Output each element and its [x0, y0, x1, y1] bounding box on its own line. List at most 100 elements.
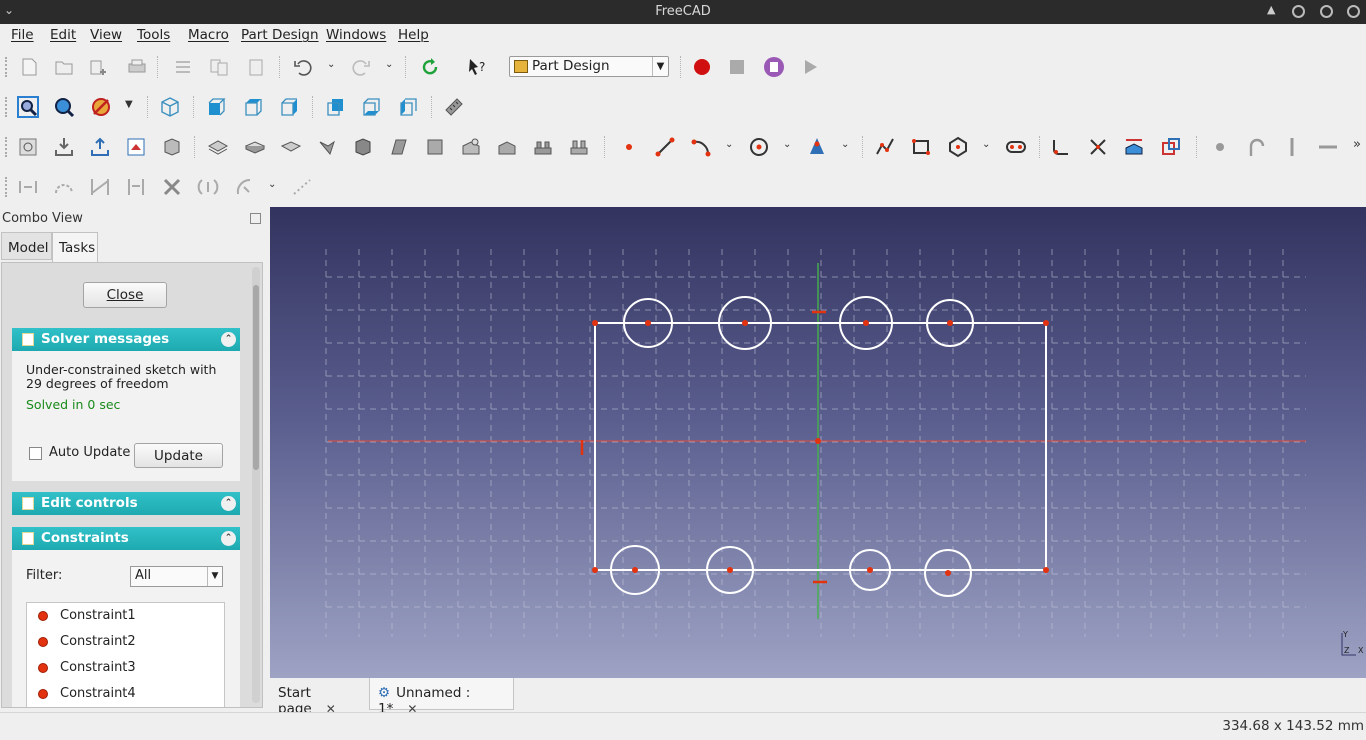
additive-box-icon[interactable]: [350, 134, 376, 160]
pocket-icon[interactable]: [278, 134, 304, 160]
collapse-icon[interactable]: ⌃: [221, 531, 236, 546]
refresh-icon[interactable]: [417, 54, 443, 80]
collapse-icon[interactable]: ⌃: [221, 496, 236, 511]
open-file-icon[interactable]: [51, 54, 77, 80]
constraint-radius-icon[interactable]: [231, 174, 257, 200]
draw-style-dropdown-icon[interactable]: ▼: [125, 99, 133, 110]
sketch-circle-icon[interactable]: [746, 134, 772, 160]
menu-macro[interactable]: Macro: [188, 27, 229, 43]
menu-tools[interactable]: Tools: [137, 27, 170, 43]
maximize-button[interactable]: [1320, 5, 1333, 18]
arc-dropdown-icon[interactable]: ⌄: [725, 139, 733, 150]
whats-this-icon[interactable]: ?: [464, 54, 490, 80]
undo-dropdown-icon[interactable]: ⌄: [327, 59, 335, 70]
circle-center[interactable]: [867, 567, 873, 573]
collapse-icon[interactable]: ⌃: [221, 332, 236, 347]
cut-icon[interactable]: [170, 54, 196, 80]
update-button[interactable]: Update: [134, 443, 223, 468]
toolbar-grip[interactable]: [5, 57, 7, 77]
undock-icon[interactable]: [250, 213, 261, 224]
circle-center[interactable]: [945, 570, 951, 576]
constraint-tangent-icon[interactable]: [87, 174, 113, 200]
constraint-vertical-icon[interactable]: [1279, 134, 1305, 160]
radius-dropdown-icon[interactable]: ⌄: [268, 179, 276, 190]
menu-part-design[interactable]: Part Design: [241, 27, 319, 43]
constraint-symmetric-icon[interactable]: [159, 174, 185, 200]
sketch-trim-icon[interactable]: [1085, 134, 1111, 160]
chamfer-icon[interactable]: [386, 134, 412, 160]
toolbar-overflow-icon[interactable]: »: [1353, 137, 1361, 152]
print-icon[interactable]: [124, 54, 150, 80]
filter-select[interactable]: All ▼: [130, 566, 223, 587]
toolbar-grip[interactable]: [5, 177, 7, 197]
subtractive-icon[interactable]: [458, 134, 484, 160]
list-item[interactable]: Constraint1: [27, 603, 223, 629]
rear-view-icon[interactable]: [322, 94, 348, 120]
bottom-view-icon[interactable]: [358, 94, 384, 120]
shade-icon[interactable]: ▲: [1267, 3, 1275, 16]
circle-center[interactable]: [947, 320, 953, 326]
revolution-icon[interactable]: [314, 134, 340, 160]
conic-dropdown-icon[interactable]: ⌄: [841, 139, 849, 150]
list-item[interactable]: Constraint4: [27, 681, 223, 707]
menu-view[interactable]: View: [90, 27, 122, 43]
constraint-horizontal-icon[interactable]: [1315, 134, 1341, 160]
circle-dropdown-icon[interactable]: ⌄: [783, 139, 791, 150]
undo-icon[interactable]: [290, 54, 316, 80]
sketch-slot-icon[interactable]: [1003, 134, 1029, 160]
macro-execute-icon[interactable]: [797, 54, 823, 80]
right-view-icon[interactable]: [276, 94, 302, 120]
menu-edit[interactable]: Edit: [50, 27, 76, 43]
export-icon[interactable]: [87, 134, 113, 160]
macro-editor-icon[interactable]: [761, 54, 787, 80]
sketch-conic-icon[interactable]: [804, 134, 830, 160]
minimize-button[interactable]: [1292, 5, 1305, 18]
constraint-perpendicular-icon[interactable]: [51, 174, 77, 200]
constraint-equal-icon[interactable]: [123, 174, 149, 200]
shape-binder-icon[interactable]: [159, 134, 185, 160]
polar-pattern-icon[interactable]: [566, 134, 592, 160]
circle-center[interactable]: [727, 567, 733, 573]
sketch-line-icon[interactable]: [652, 134, 678, 160]
sketch-vertex[interactable]: [1043, 320, 1049, 326]
circle-center[interactable]: [632, 567, 638, 573]
list-item[interactable]: Constraint3: [27, 655, 223, 681]
menu-help[interactable]: Help: [398, 27, 429, 43]
fit-selection-icon[interactable]: [51, 94, 77, 120]
close-button[interactable]: Close: [83, 282, 167, 308]
circle-center[interactable]: [863, 320, 869, 326]
paste-icon[interactable]: [243, 54, 269, 80]
sketch-vertex[interactable]: [1043, 567, 1049, 573]
tab-model[interactable]: Model: [1, 232, 52, 260]
tab-start-page[interactable]: Start page ✕: [270, 678, 368, 717]
macro-stop-icon[interactable]: [724, 54, 750, 80]
sketch-vertex[interactable]: [592, 320, 598, 326]
redo-dropdown-icon[interactable]: ⌄: [385, 59, 393, 70]
copy-icon[interactable]: [206, 54, 232, 80]
draw-style-icon[interactable]: [88, 94, 114, 120]
part-container-icon[interactable]: [15, 134, 41, 160]
measure-icon[interactable]: [441, 94, 467, 120]
pad-icon[interactable]: [242, 134, 268, 160]
list-item[interactable]: Constraint2: [27, 629, 223, 655]
menu-windows[interactable]: Windows: [326, 27, 386, 43]
constraints-header[interactable]: Constraints ⌃: [12, 527, 240, 550]
technical-drawing-icon[interactable]: [123, 134, 149, 160]
sketch-canvas[interactable]: Y Z X: [270, 207, 1366, 678]
constraint-dimension-icon[interactable]: [289, 174, 315, 200]
constraint-point-on-object-icon[interactable]: [1243, 134, 1269, 160]
left-view-icon[interactable]: [395, 94, 421, 120]
sketch-origin[interactable]: [815, 438, 821, 444]
sketch-external-icon[interactable]: [1121, 134, 1147, 160]
multitransform-icon[interactable]: [494, 134, 520, 160]
3d-viewport[interactable]: Y Z X: [270, 207, 1366, 678]
front-view-icon[interactable]: [203, 94, 229, 120]
constraint-coincident-icon[interactable]: [1207, 134, 1233, 160]
polygon-dropdown-icon[interactable]: ⌄: [982, 139, 990, 150]
fit-all-icon[interactable]: [15, 94, 41, 120]
sketch-rectangle-icon[interactable]: [908, 134, 934, 160]
new-file-icon[interactable]: [16, 54, 42, 80]
scrollbar-thumb[interactable]: [253, 285, 259, 470]
sketch-point-icon[interactable]: [616, 134, 642, 160]
toolbar-grip[interactable]: [5, 97, 7, 117]
